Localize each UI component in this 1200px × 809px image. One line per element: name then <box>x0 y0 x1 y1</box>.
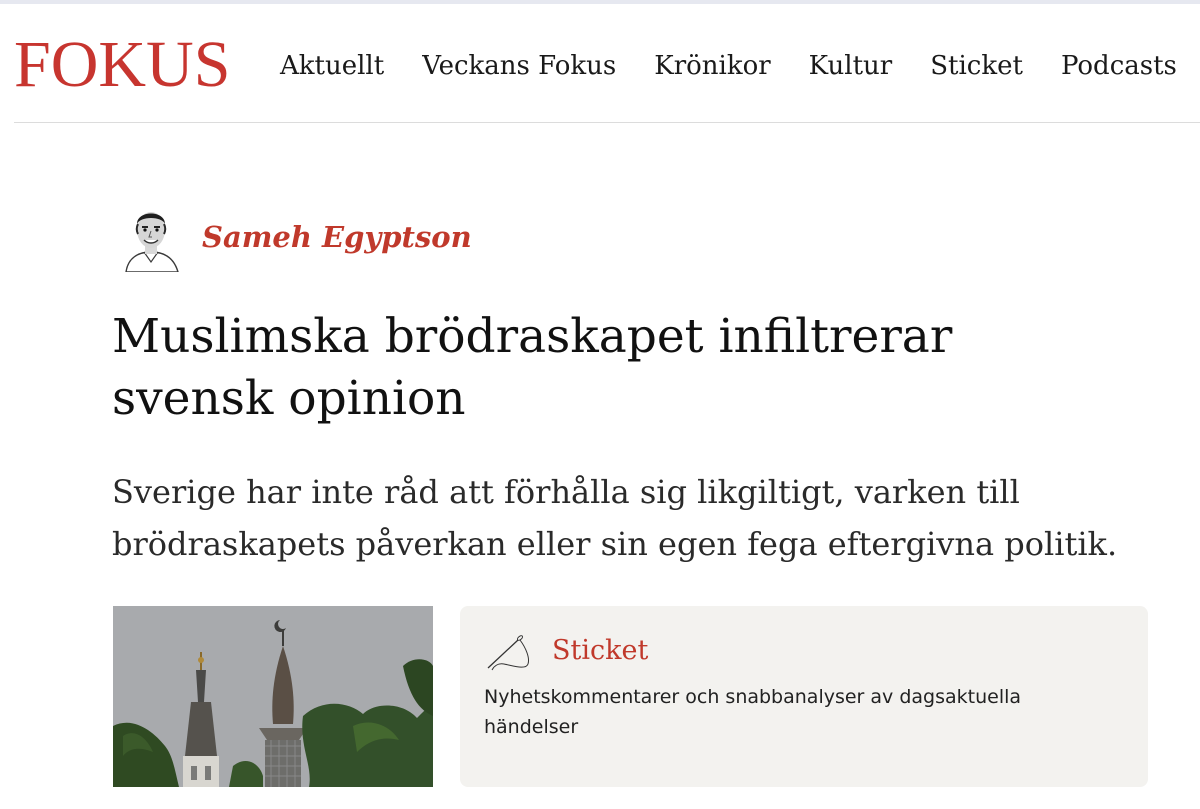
main-nav: Aktuellt Veckans Fokus Krönikor Kultur S… <box>280 50 1177 82</box>
header-divider <box>14 122 1200 123</box>
section-card-description: Nyhetskommentarer och snabbanalyser av d… <box>484 686 1022 738</box>
nav-item-kultur[interactable]: Kultur <box>809 50 893 82</box>
nav-item-sticket[interactable]: Sticket <box>930 50 1023 82</box>
author-avatar[interactable] <box>122 202 180 272</box>
fokus-logo[interactable]: FOKUS <box>14 32 230 98</box>
site-header: FOKUS Aktuellt Veckans Fokus Krönikor Ku… <box>0 4 1200 122</box>
nav-item-podcasts[interactable]: Podcasts <box>1061 50 1177 82</box>
nav-item-kronikor[interactable]: Krönikor <box>654 50 770 82</box>
article-image <box>113 606 433 787</box>
article-lead: Sverige har inte råd att förhålla sig li… <box>112 473 1118 563</box>
section-card-title: Sticket <box>552 635 649 666</box>
author-byline: Sameh Egyptson <box>122 202 472 272</box>
nav-item-aktuellt[interactable]: Aktuellt <box>280 50 384 82</box>
mosque-minaret-photo <box>113 606 433 787</box>
needle-thread-icon <box>487 635 529 671</box>
article-title: Muslimska brödraskapet infiltrerar svens… <box>112 309 953 426</box>
author-name[interactable]: Sameh Egyptson <box>202 220 472 254</box>
nav-item-veckans-fokus[interactable]: Veckans Fokus <box>422 50 616 82</box>
section-card-sticket[interactable]: Sticket Nyhetskommentarer och snabbanaly… <box>460 606 1148 787</box>
